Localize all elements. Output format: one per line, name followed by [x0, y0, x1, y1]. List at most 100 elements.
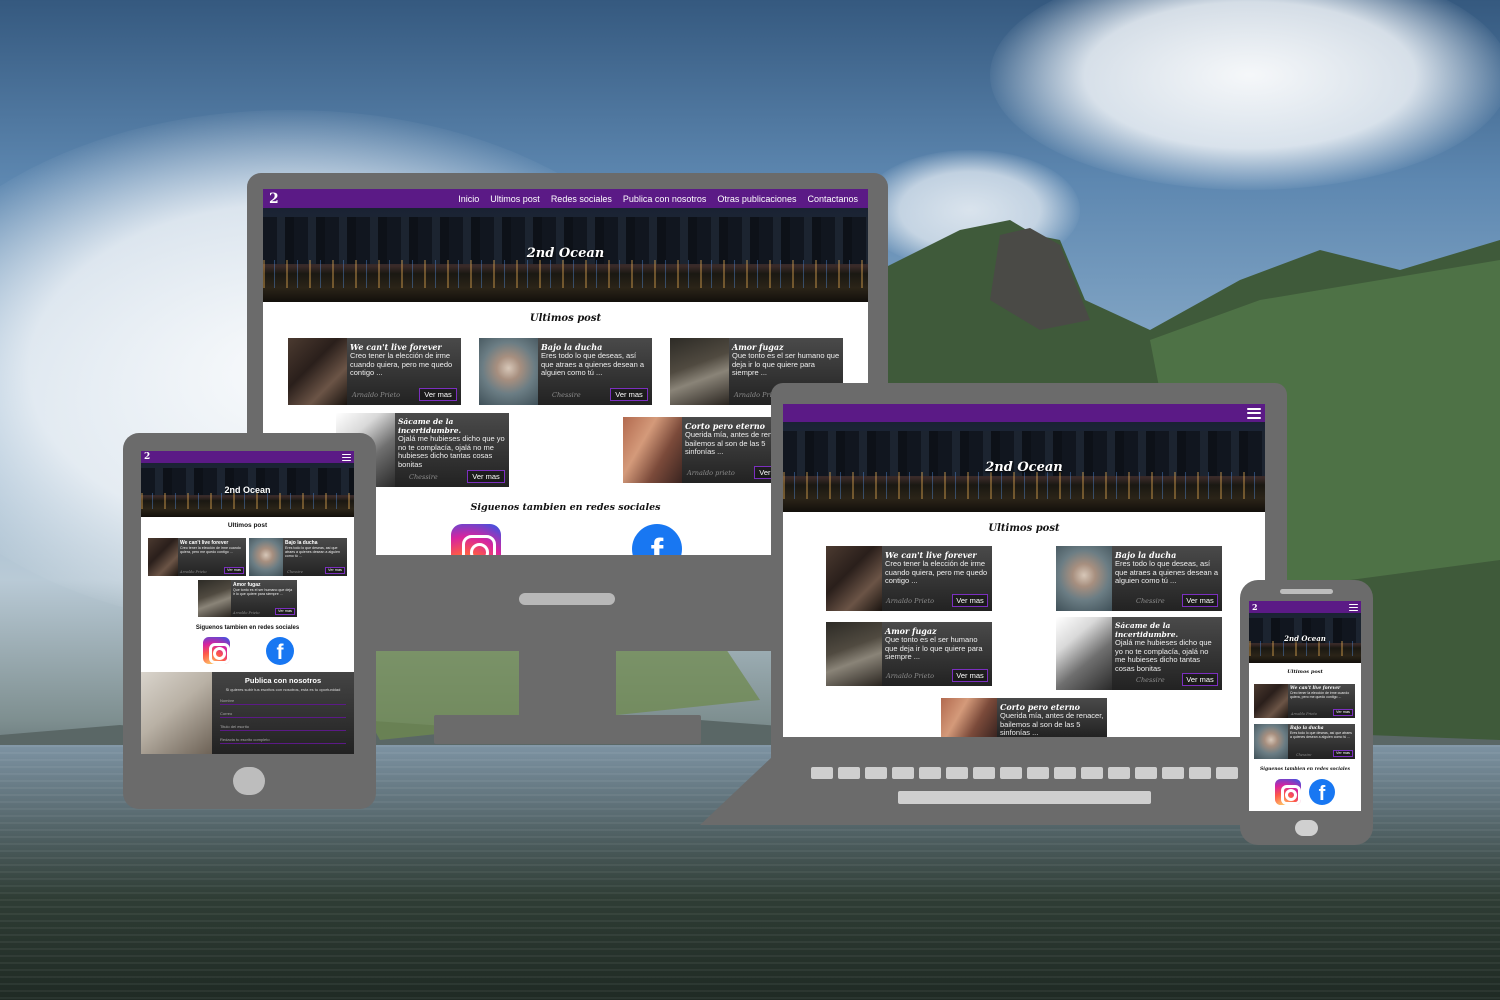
monitor-stand-base [434, 715, 701, 744]
laptop-screen: 2nd Ocean Ultimos post We can't live for… [783, 404, 1265, 737]
post-author: Chessire [552, 391, 581, 399]
instagram-icon[interactable] [203, 637, 231, 665]
email-field[interactable]: Correo [220, 711, 346, 718]
section-title-posts: Ultimos post [227, 522, 268, 529]
post-card-body: We can't live forever Creo tener la elec… [178, 538, 246, 576]
post-image-couple [623, 417, 682, 483]
post-author: Arnaldo Prieto [352, 391, 401, 399]
post-image-window [670, 338, 729, 405]
facebook-icon[interactable]: f [266, 637, 294, 665]
post-image-window [198, 580, 231, 617]
tablet-home-button [233, 767, 265, 795]
ver-mas-button[interactable]: Ver mas [419, 388, 457, 401]
post-card: We can't live forever Creo tener la elec… [1254, 684, 1355, 718]
post-author: Chessire [409, 473, 438, 481]
post-image-hands [148, 538, 178, 576]
post-card-body: Bajo la ducha Eres todo lo que deseas, a… [1288, 724, 1355, 759]
hamburger-menu-icon[interactable] [1247, 407, 1261, 419]
post-card: Sácame de la incertidumbre. Ojalá me hub… [1056, 617, 1222, 690]
hamburger-menu-icon[interactable] [1349, 603, 1358, 611]
section-title-posts: Ultimos post [1287, 669, 1323, 675]
facebook-icon[interactable]: f [632, 524, 682, 555]
post-card: We can't live forever Creo tener la elec… [288, 338, 461, 405]
tablet-screen: 2 2nd Ocean Ultimos post We can't live f… [141, 451, 354, 754]
nav-link-redes-sociales[interactable]: Redes sociales [551, 194, 612, 204]
laptop-hero-banner: 2nd Ocean [783, 422, 1265, 512]
ver-mas-button[interactable]: Ver mas [1182, 673, 1218, 686]
post-card-body: Bajo la ducha Eres todo lo que deseas, a… [1112, 546, 1222, 611]
content-field[interactable]: Redacta tu escrito completo [220, 737, 346, 744]
ver-mas-button[interactable]: Ver mas [325, 567, 345, 574]
post-card-body: Amor fugaz Que tonto es el ser humano qu… [231, 580, 297, 617]
phone-screen: 2 2nd Ocean Ultimos post We can't live f… [1249, 601, 1361, 811]
ver-mas-button[interactable]: Ver mas [275, 608, 295, 615]
instagram-icon[interactable] [1275, 779, 1302, 806]
name-field[interactable]: Nombre [220, 698, 346, 705]
post-excerpt: Creo tener la elección de irme cuando qu… [885, 559, 988, 586]
post-author: Arnaldo prieto [687, 469, 735, 477]
nav-link-otras-publicaciones[interactable]: Otras publicaciones [717, 194, 796, 204]
ver-mas-button[interactable]: Ver mas [952, 669, 988, 682]
post-card: We can't live forever Creo tener la elec… [148, 538, 246, 576]
monitor-power-indicator [519, 593, 615, 605]
ver-mas-button[interactable]: Ver mas [1333, 709, 1353, 716]
hamburger-menu-icon[interactable] [342, 453, 351, 461]
post-card-body: We can't live forever Creo tener la elec… [882, 546, 992, 611]
section-title-posts: Ultimos post [529, 313, 602, 324]
laptop-base [700, 757, 1298, 825]
hero-title: 2nd Ocean [1284, 634, 1326, 643]
phone-navbar: 2 [1249, 601, 1361, 613]
post-author: Chessire [1136, 676, 1165, 684]
post-image-hands [288, 338, 347, 405]
post-author: Arnaldo Prieto [886, 672, 935, 680]
ver-mas-button[interactable]: Ver mas [610, 388, 648, 401]
post-excerpt: Que tonto es el ser humano que deja ir l… [233, 588, 293, 597]
post-excerpt: Eres todo lo que deseas, así que atraes … [285, 546, 340, 559]
section-title-social: Siguenos tambien en redes sociales [1260, 767, 1350, 772]
city-lights-reflection [263, 259, 868, 288]
post-card-body: Sácame de la incertidumbre. Ojalá me hub… [395, 413, 509, 487]
ver-mas-button[interactable]: Ver mas [952, 594, 988, 607]
post-title: Sácame de la incertidumbre. [1115, 621, 1179, 639]
ver-mas-button[interactable]: Ver mas [224, 567, 244, 574]
city-lights-reflection [783, 471, 1265, 499]
hero-title: 2nd Ocean [224, 485, 271, 495]
post-excerpt: Creo tener la elección de irme cuando qu… [350, 351, 453, 378]
post-excerpt: Que tonto es el ser humano que deja ir l… [732, 351, 840, 378]
post-excerpt: Ojalá me hubieses dicho que yo no te com… [398, 434, 505, 469]
site-logo[interactable]: 2 [1252, 602, 1258, 612]
ver-mas-button[interactable]: Ver mas [1182, 594, 1218, 607]
post-card-body: Bajo la ducha Eres todo lo que deseas, a… [283, 538, 347, 576]
post-card: Bajo la ducha Eres todo lo que deseas, a… [249, 538, 347, 576]
post-author: Chessire [1136, 597, 1165, 605]
facebook-icon[interactable]: f [1309, 779, 1335, 805]
post-image-woman-water [1254, 724, 1288, 759]
site-logo[interactable]: 2 [269, 191, 279, 207]
post-card-body: Bajo la ducha Eres todo lo que deseas, a… [538, 338, 652, 405]
post-image-woman-water [249, 538, 283, 576]
publica-section: Publica con nosotros Si quieres subir tu… [141, 672, 354, 754]
nav-link-contactanos[interactable]: Contactanos [807, 194, 858, 204]
post-author: Chessire [287, 570, 303, 574]
phone-speaker [1280, 589, 1333, 594]
post-card-body: Sácame de la incertidumbre. Ojalá me hub… [1112, 617, 1222, 690]
ver-mas-button[interactable]: Ver mas [467, 470, 505, 483]
instagram-icon[interactable] [451, 524, 501, 555]
site-logo[interactable]: 2 [144, 452, 150, 462]
post-excerpt: Creo tener la elección de irme cuando qu… [1290, 691, 1350, 700]
post-card: Bajo la ducha Eres todo lo que deseas, a… [479, 338, 652, 405]
post-image-hands [1254, 684, 1288, 718]
title-field[interactable]: Titulo del escrito [220, 724, 346, 731]
post-card-body: Corto pero eterno Querida mía, antes de … [997, 698, 1107, 737]
post-image-couple [941, 698, 997, 737]
post-image-blossom-window [1056, 617, 1112, 690]
post-card: We can't live forever Creo tener la elec… [826, 546, 992, 611]
post-card: Corto pero eterno Querida mía, antes de … [941, 698, 1107, 737]
desktop-hero-banner: 2nd Ocean [263, 208, 868, 302]
monitor-stand-neck [519, 651, 616, 719]
post-card-body: We can't live forever Creo tener la elec… [347, 338, 461, 405]
nav-link-ultimos-post[interactable]: Ultimos post [490, 194, 540, 204]
nav-link-publica[interactable]: Publica con nosotros [623, 194, 707, 204]
ver-mas-button[interactable]: Ver mas [1333, 750, 1353, 757]
nav-link-inicio[interactable]: Inicio [458, 194, 479, 204]
